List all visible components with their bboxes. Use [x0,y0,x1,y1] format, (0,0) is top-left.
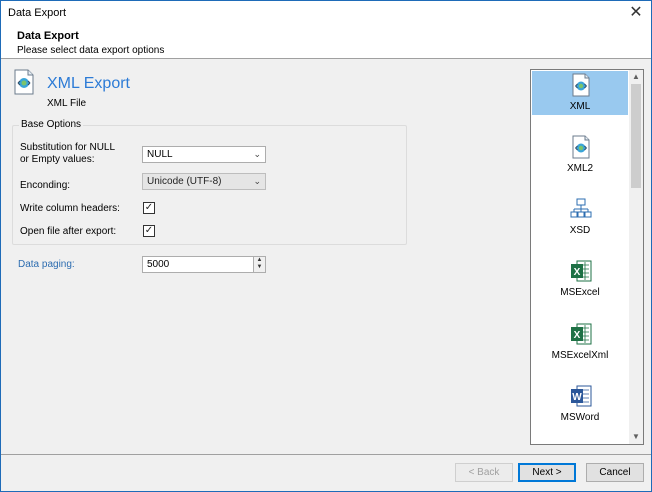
format-label-msexcelxml: MSExcelXml [551,350,609,361]
svg-text:X: X [574,267,581,278]
back-button[interactable]: < Back [455,463,513,482]
export-title: XML Export [47,75,130,92]
null-substitution-label: Substitution for NULL or Empty values: [20,142,115,166]
title-bar: Data Export ✕ [1,1,651,25]
format-item-xsd[interactable]: XSD [532,195,628,239]
dialog-header: Data Export Please select data export op… [1,25,651,59]
write-headers-checkbox[interactable]: ✓ [143,202,155,214]
null-substitution-label-line2: or Empty values: [20,154,95,165]
spin-down-icon[interactable]: ▼ [254,264,265,271]
spin-up-icon[interactable]: ▲ [254,257,265,264]
format-label-xml: XML [569,101,591,112]
format-label-xsd: XSD [569,225,591,236]
data-paging-value: 5000 [147,259,170,270]
export-subtitle: XML File [47,98,87,109]
excel-icon: X [571,260,592,282]
format-label-msexcel: MSExcel [560,287,600,298]
format-list[interactable]: XML XML2 XSD X MSExcel X MSExcelXml W MS… [530,69,644,445]
word-icon: W [571,385,592,407]
data-paging-label: Data paging: [18,259,75,270]
scroll-up-icon[interactable]: ▲ [629,70,643,84]
encoding-value: Unicode (UTF-8) [147,176,222,187]
scroll-down-icon[interactable]: ▼ [629,430,643,444]
svg-text:X: X [574,330,581,341]
data-export-dialog: Data Export ✕ Data Export Please select … [0,0,652,492]
excel-icon: X [571,323,592,345]
xml-file-icon [14,69,34,95]
header-subtitle: Please select data export options [17,45,165,56]
paging-spinner[interactable]: ▲ ▼ [253,257,265,272]
close-icon[interactable]: ✕ [621,1,651,25]
footer-divider [1,454,651,455]
format-item-xml[interactable]: XML [532,71,628,115]
open-file-label: Open file after export: [20,226,117,237]
svg-text:W: W [572,392,582,403]
null-substitution-label-line1: Substitution for NULL [20,142,116,153]
base-options-label: Base Options [19,119,84,130]
xsd-schema-icon [570,198,592,218]
format-label-msword: MSWord [560,412,600,423]
encoding-label: Enconding: [20,180,71,191]
scrollbar-thumb[interactable] [631,84,641,188]
xml-file-icon [572,73,590,97]
xml-file-icon [572,135,590,159]
format-list-scrollbar[interactable]: ▲ ▼ [629,70,643,444]
format-item-msexcel[interactable]: X MSExcel [532,257,628,301]
chevron-down-icon: ⌄ [253,149,261,159]
header-title: Data Export [17,30,79,42]
format-label-xml2: XML2 [566,163,594,174]
open-file-checkbox[interactable]: ✓ [143,225,155,237]
chevron-down-icon: ⌄ [253,176,261,186]
window-title: Data Export [8,7,67,19]
cancel-button[interactable]: Cancel [586,463,644,482]
encoding-select[interactable]: Unicode (UTF-8) ⌄ [142,173,266,190]
write-headers-label: Write column headers: [20,203,120,214]
null-substitution-value: NULL [147,149,173,160]
format-item-msexcelxml[interactable]: X MSExcelXml [532,320,628,364]
null-substitution-select[interactable]: NULL ⌄ [142,146,266,163]
format-item-xml2[interactable]: XML2 [532,133,628,177]
next-button[interactable]: Next > [518,463,576,482]
format-item-msword[interactable]: W MSWord [532,382,628,426]
data-paging-input[interactable]: 5000 ▲ ▼ [142,256,266,273]
